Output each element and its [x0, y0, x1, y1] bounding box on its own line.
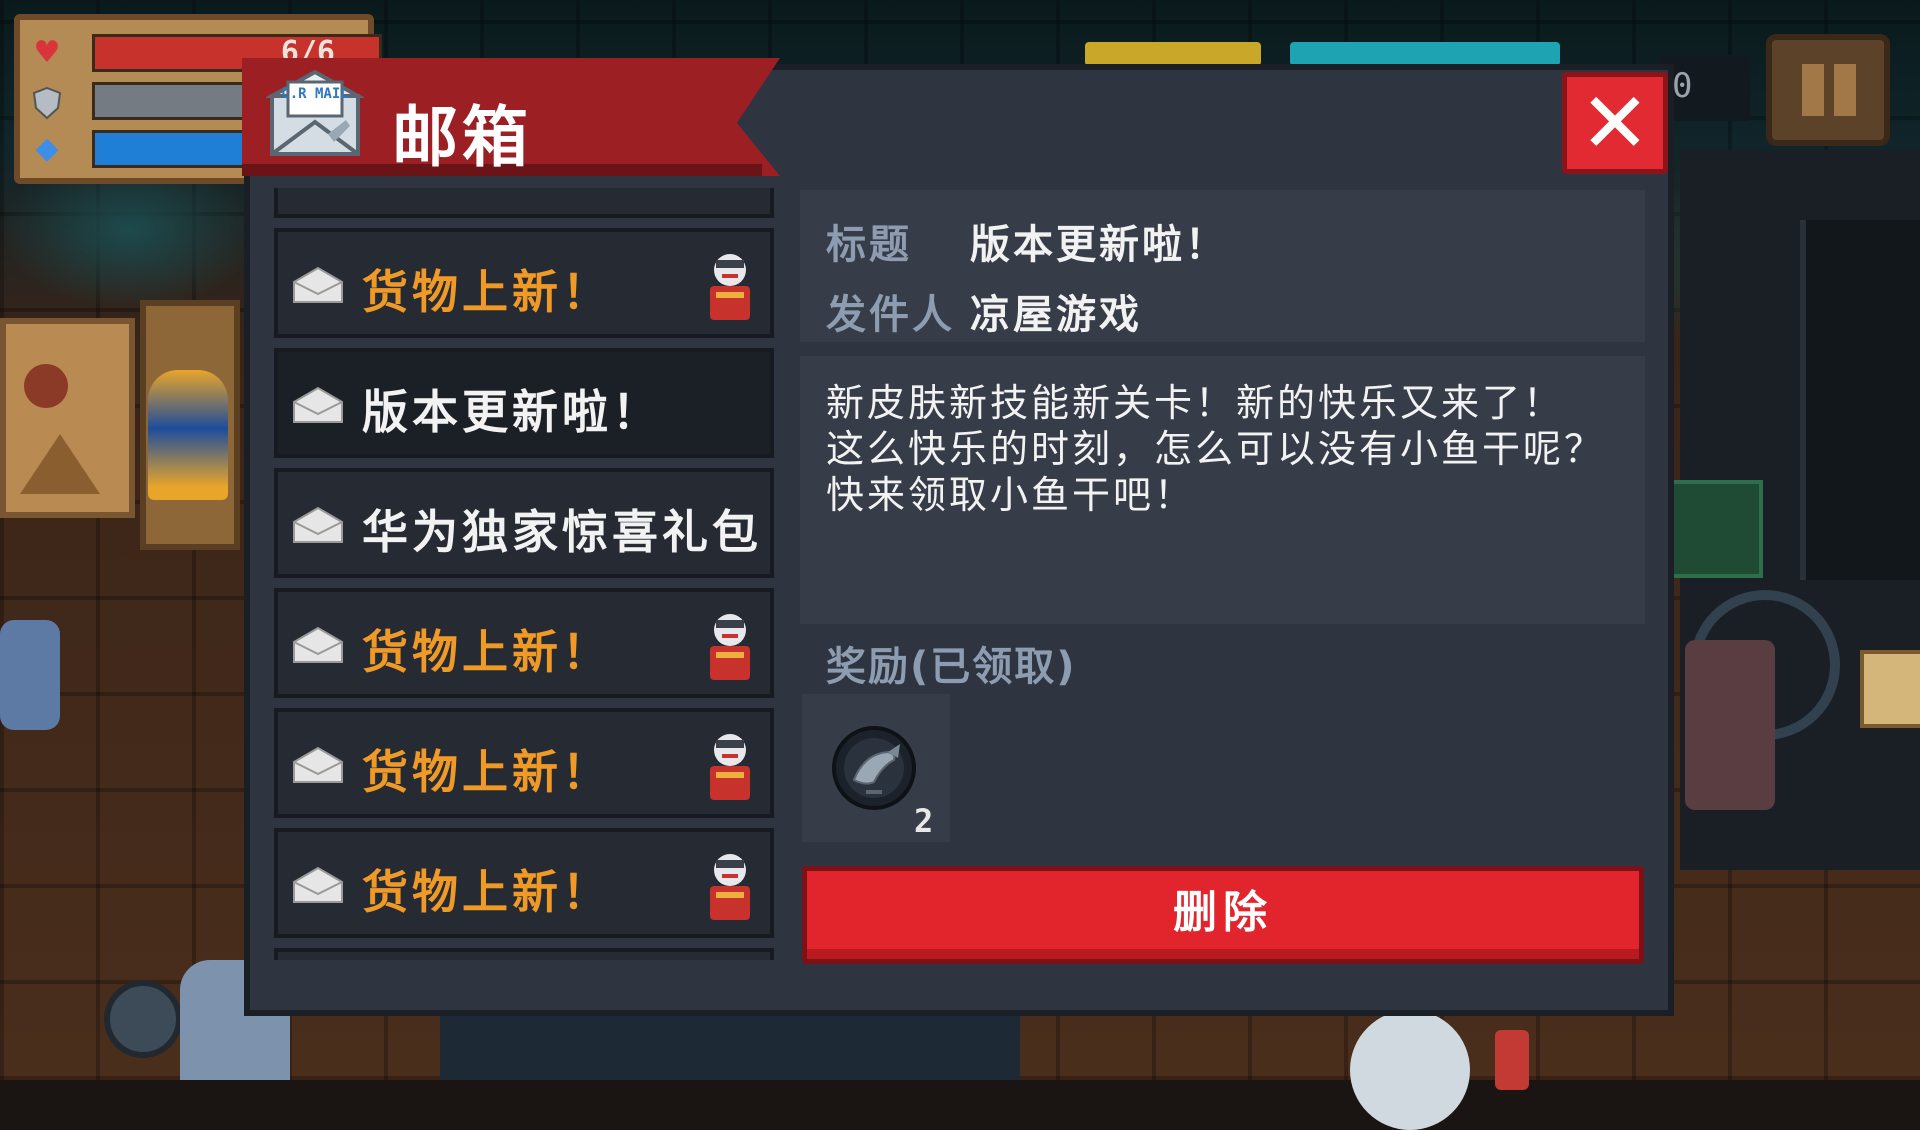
- bottom-furniture: [440, 1005, 1020, 1080]
- mail-item-title: 华为独家惊喜礼包: [362, 505, 762, 559]
- potion-bottle: [1495, 1030, 1529, 1090]
- opened-envelope-icon: [293, 626, 343, 663]
- subject-value: 版本更新啦！: [970, 222, 1228, 268]
- mail-item-title: 货物上新！: [362, 865, 612, 919]
- mail-item-partial[interactable]: [274, 188, 774, 218]
- pause-icon-right: [1834, 64, 1856, 116]
- pharaoh-statue: [148, 370, 228, 500]
- shopkeeper-icon: [710, 254, 750, 320]
- mail-item[interactable]: 货物上新！: [274, 828, 774, 938]
- mail-header: 标题 版本更新啦！ 发件人 凉屋游戏: [800, 190, 1645, 342]
- mail-item-selected[interactable]: 版本更新啦！: [274, 348, 774, 458]
- opened-envelope-icon: [293, 506, 343, 543]
- bucket-prop: [104, 980, 182, 1058]
- mural-sun-symbol: [24, 364, 68, 408]
- mail-item-title: 货物上新！: [362, 625, 612, 679]
- mail-item[interactable]: 货物上新！: [274, 588, 774, 698]
- delete-button[interactable]: 删除: [802, 866, 1644, 964]
- shopkeeper-icon: [710, 614, 750, 680]
- shield-icon: [30, 86, 64, 120]
- orb-prop: [1350, 1010, 1470, 1130]
- reward-count: 2: [914, 802, 934, 840]
- scroll-item: [1860, 650, 1920, 728]
- sender-value: 凉屋游戏: [970, 292, 1142, 338]
- coin-count: 0: [1672, 66, 1693, 106]
- mail-item[interactable]: 货物上新！: [274, 228, 774, 338]
- buff-bar-cyan: [1290, 42, 1560, 66]
- body-line: 快来领取小鱼干吧！: [826, 473, 1196, 517]
- opened-envelope-icon: [293, 866, 343, 903]
- mural-pyramid: [20, 434, 100, 494]
- egyptian-mural: [0, 318, 135, 518]
- shopkeeper-icon: [710, 854, 750, 920]
- subject-label: 标题: [826, 222, 912, 268]
- mail-list[interactable]: 货物上新！ 版本更新啦！ 华为独家惊喜礼包 货物上新！ 货物上新！ 货物上新！: [270, 188, 778, 960]
- mail-item-title: 货物上新！: [362, 745, 612, 799]
- mail-envelope-icon: C.R MAIL: [264, 68, 366, 160]
- dried-fish-icon: [832, 726, 916, 810]
- delete-button-label: 删除: [1173, 887, 1273, 938]
- close-icon: ✕: [1579, 74, 1651, 172]
- right-doorway: [1800, 220, 1920, 580]
- opened-envelope-icon: [293, 746, 343, 783]
- pet-creature: [0, 620, 60, 730]
- buff-bar-yellow: [1085, 42, 1261, 66]
- dialog-title: 邮箱: [392, 99, 532, 176]
- opened-envelope-icon: [293, 266, 343, 303]
- mail-item-title: 货物上新！: [362, 265, 612, 319]
- pause-button[interactable]: [1766, 34, 1890, 146]
- heart-icon: ♥: [33, 35, 61, 70]
- green-machine: [1660, 480, 1763, 578]
- mail-item[interactable]: 货物上新！: [274, 708, 774, 818]
- mail-item[interactable]: 华为独家惊喜礼包: [274, 468, 774, 578]
- reward-label: 奖励(已领取): [826, 644, 1077, 690]
- shopkeeper-icon: [710, 734, 750, 800]
- mail-item-title: 版本更新啦！: [362, 385, 662, 439]
- npc-character: [1685, 640, 1775, 810]
- sender-label: 发件人: [826, 292, 955, 338]
- mail-body: 新皮肤新技能新关卡！新的快乐又来了！ 这么快乐的时刻，怎么可以没有小鱼干呢？ 快…: [800, 356, 1645, 624]
- opened-envelope-icon: [293, 386, 343, 423]
- close-button[interactable]: ✕: [1562, 72, 1668, 174]
- mail-logo-text: C.R MAIL: [281, 86, 348, 102]
- diamond-icon: ◆: [35, 131, 59, 166]
- pause-icon-left: [1802, 64, 1824, 116]
- reward-slot: 2: [802, 694, 950, 842]
- mail-item-partial-bottom[interactable]: [274, 948, 774, 960]
